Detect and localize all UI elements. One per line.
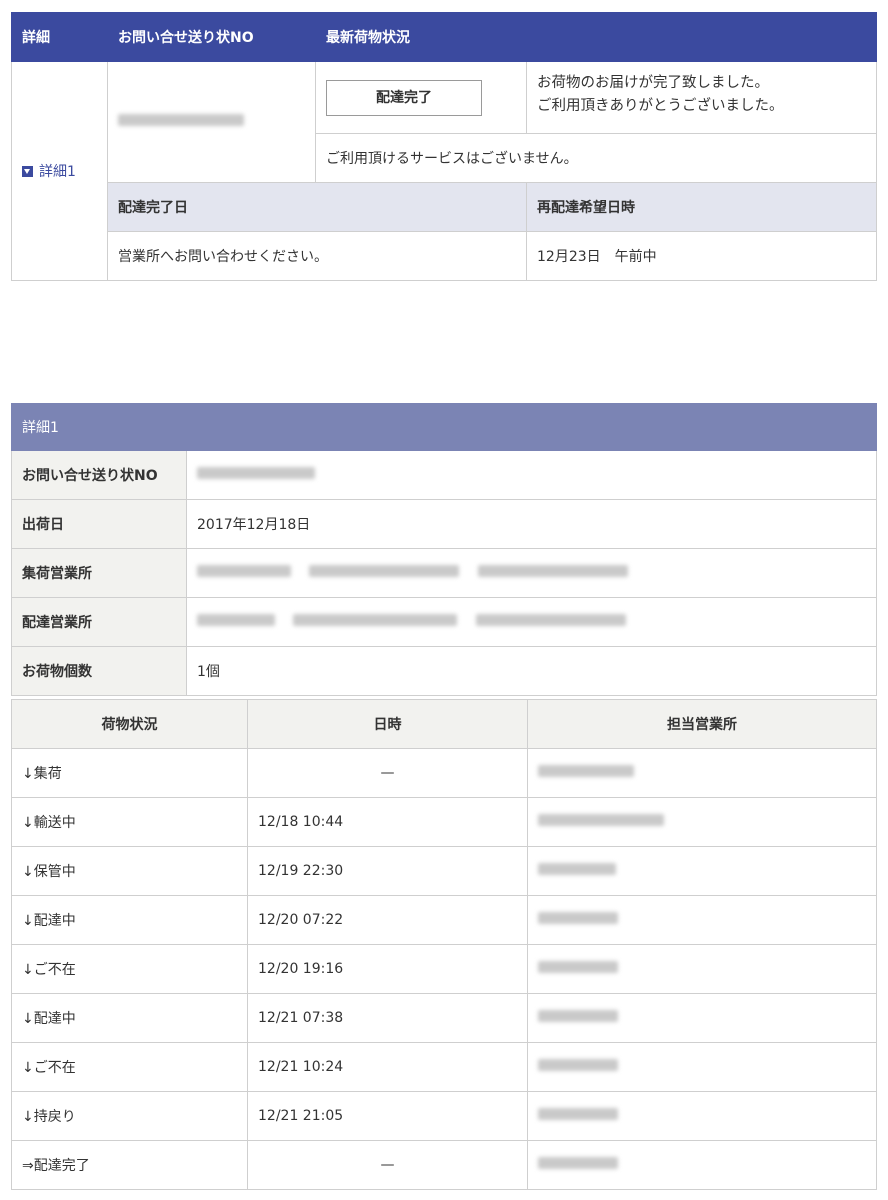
history-datetime: 12/21 21:05 xyxy=(247,1091,528,1141)
detail-label-ship-date: 出荷日 xyxy=(11,499,187,549)
header-latest-status: 最新荷物状況 xyxy=(315,12,877,62)
history-header-status: 荷物状況 xyxy=(11,699,248,749)
history-office xyxy=(527,748,877,798)
detail-row: お問い合せ送り状NO xyxy=(11,450,878,500)
status-message-line2: ご利用頂きありがとうございました。 xyxy=(537,98,784,114)
summary-header-row: 詳細 お問い合せ送り状NO 最新荷物状況 xyxy=(11,12,877,62)
history-datetime: 12/19 22:30 xyxy=(247,846,528,896)
history-datetime: — xyxy=(247,748,528,798)
history-datetime: 12/21 10:24 xyxy=(247,1042,528,1092)
history-status: ↓配達中 xyxy=(11,895,248,945)
status-message-line1: お荷物のお届けが完了致しました。 xyxy=(537,75,769,91)
history-office xyxy=(527,1042,877,1092)
tracking-number-redacted xyxy=(118,114,244,126)
triangle-down-icon xyxy=(22,165,33,177)
sub-header-redelivery: 再配達希望日時 xyxy=(526,182,877,232)
history-status: ↓配達中 xyxy=(11,993,248,1043)
history-office xyxy=(527,895,877,945)
history-table: 荷物状況 日時 担当営業所 ↓集荷 — ↓輸送中 12/18 10:44 ↓保管… xyxy=(11,699,877,1190)
history-status: ↓輸送中 xyxy=(11,797,248,847)
history-status: ↓ご不在 xyxy=(11,944,248,994)
detail-label-pickup-office: 集荷営業所 xyxy=(11,548,187,598)
detail-label-inquiry-no: お問い合せ送り状NO xyxy=(11,450,187,500)
history-office xyxy=(527,797,877,847)
history-datetime: 12/21 07:38 xyxy=(247,993,528,1043)
table-row: ↓配達中 12/20 07:22 xyxy=(11,895,877,945)
redelivery-value: 12月23日 午前中 xyxy=(526,231,877,281)
history-header-office: 担当営業所 xyxy=(527,699,877,749)
history-header-datetime: 日時 xyxy=(247,699,528,749)
detail-row: 出荷日 2017年12月18日 xyxy=(11,499,878,549)
history-status: ↓ご不在 xyxy=(11,1042,248,1092)
history-datetime: 12/20 07:22 xyxy=(247,895,528,945)
detail-value-pickup-office xyxy=(185,548,878,598)
history-office xyxy=(527,944,877,994)
status-button-cell: 配達完了 xyxy=(315,61,527,134)
tracking-number-cell xyxy=(107,61,316,183)
delivery-date-value: 営業所へお問い合わせください。 xyxy=(107,231,527,281)
history-datetime: 12/18 10:44 xyxy=(247,797,528,847)
table-row: ↓集荷 — xyxy=(11,748,877,798)
detail-link[interactable]: 詳細1 xyxy=(22,161,97,181)
table-row: ↓ご不在 12/20 19:16 xyxy=(11,944,877,994)
detail-value-delivery-office xyxy=(185,597,878,647)
detail-row: 配達営業所 xyxy=(11,597,878,647)
status-message: お荷物のお届けが完了致しました。 ご利用頂きありがとうございました。 xyxy=(526,61,877,134)
detail-value-inquiry-no xyxy=(185,450,878,500)
detail-label-delivery-office: 配達営業所 xyxy=(11,597,187,647)
detail-row: お荷物個数 1個 xyxy=(11,646,878,696)
table-row: ⇒配達完了 — xyxy=(11,1140,877,1190)
detail-row: 集荷営業所 xyxy=(11,548,878,598)
history-office xyxy=(527,1140,877,1190)
table-row: ↓ご不在 12/21 10:24 xyxy=(11,1042,877,1092)
detail-value-ship-date: 2017年12月18日 xyxy=(185,499,878,549)
history-status: ↓保管中 xyxy=(11,846,248,896)
detail-label-package-count: お荷物個数 xyxy=(11,646,187,696)
header-inquiry-no: お問い合せ送り状NO xyxy=(107,12,316,62)
history-status: ↓持戻り xyxy=(11,1091,248,1141)
history-status: ⇒配達完了 xyxy=(11,1140,248,1190)
detail-cell: 詳細1 xyxy=(11,61,108,281)
history-datetime: — xyxy=(247,1140,528,1190)
service-message: ご利用頂けるサービスはございません。 xyxy=(315,133,877,183)
table-row: ↓配達中 12/21 07:38 xyxy=(11,993,877,1043)
table-row: ↓輸送中 12/18 10:44 xyxy=(11,797,877,847)
detail-title: 詳細1 xyxy=(10,403,878,451)
delivery-status-button[interactable]: 配達完了 xyxy=(326,79,482,116)
detail-table: 詳細1 お問い合せ送り状NO 出荷日 2017年12月18日 集荷営業所 配達営… xyxy=(10,403,878,696)
history-office xyxy=(527,1091,877,1141)
header-detail: 詳細 xyxy=(11,12,108,62)
sub-header-delivery-date: 配達完了日 xyxy=(107,182,527,232)
history-office xyxy=(527,846,877,896)
tracking-summary-table: 詳細 お問い合せ送り状NO 最新荷物状況 詳細1 配達完了 お荷物のお届けが完了… xyxy=(11,12,877,281)
table-row: ↓持戻り 12/21 21:05 xyxy=(11,1091,877,1141)
history-datetime: 12/20 19:16 xyxy=(247,944,528,994)
detail-link-label: 詳細1 xyxy=(39,164,76,180)
table-row: ↓保管中 12/19 22:30 xyxy=(11,846,877,896)
detail-value-package-count: 1個 xyxy=(185,646,878,696)
history-office xyxy=(527,993,877,1043)
history-status: ↓集荷 xyxy=(11,748,248,798)
